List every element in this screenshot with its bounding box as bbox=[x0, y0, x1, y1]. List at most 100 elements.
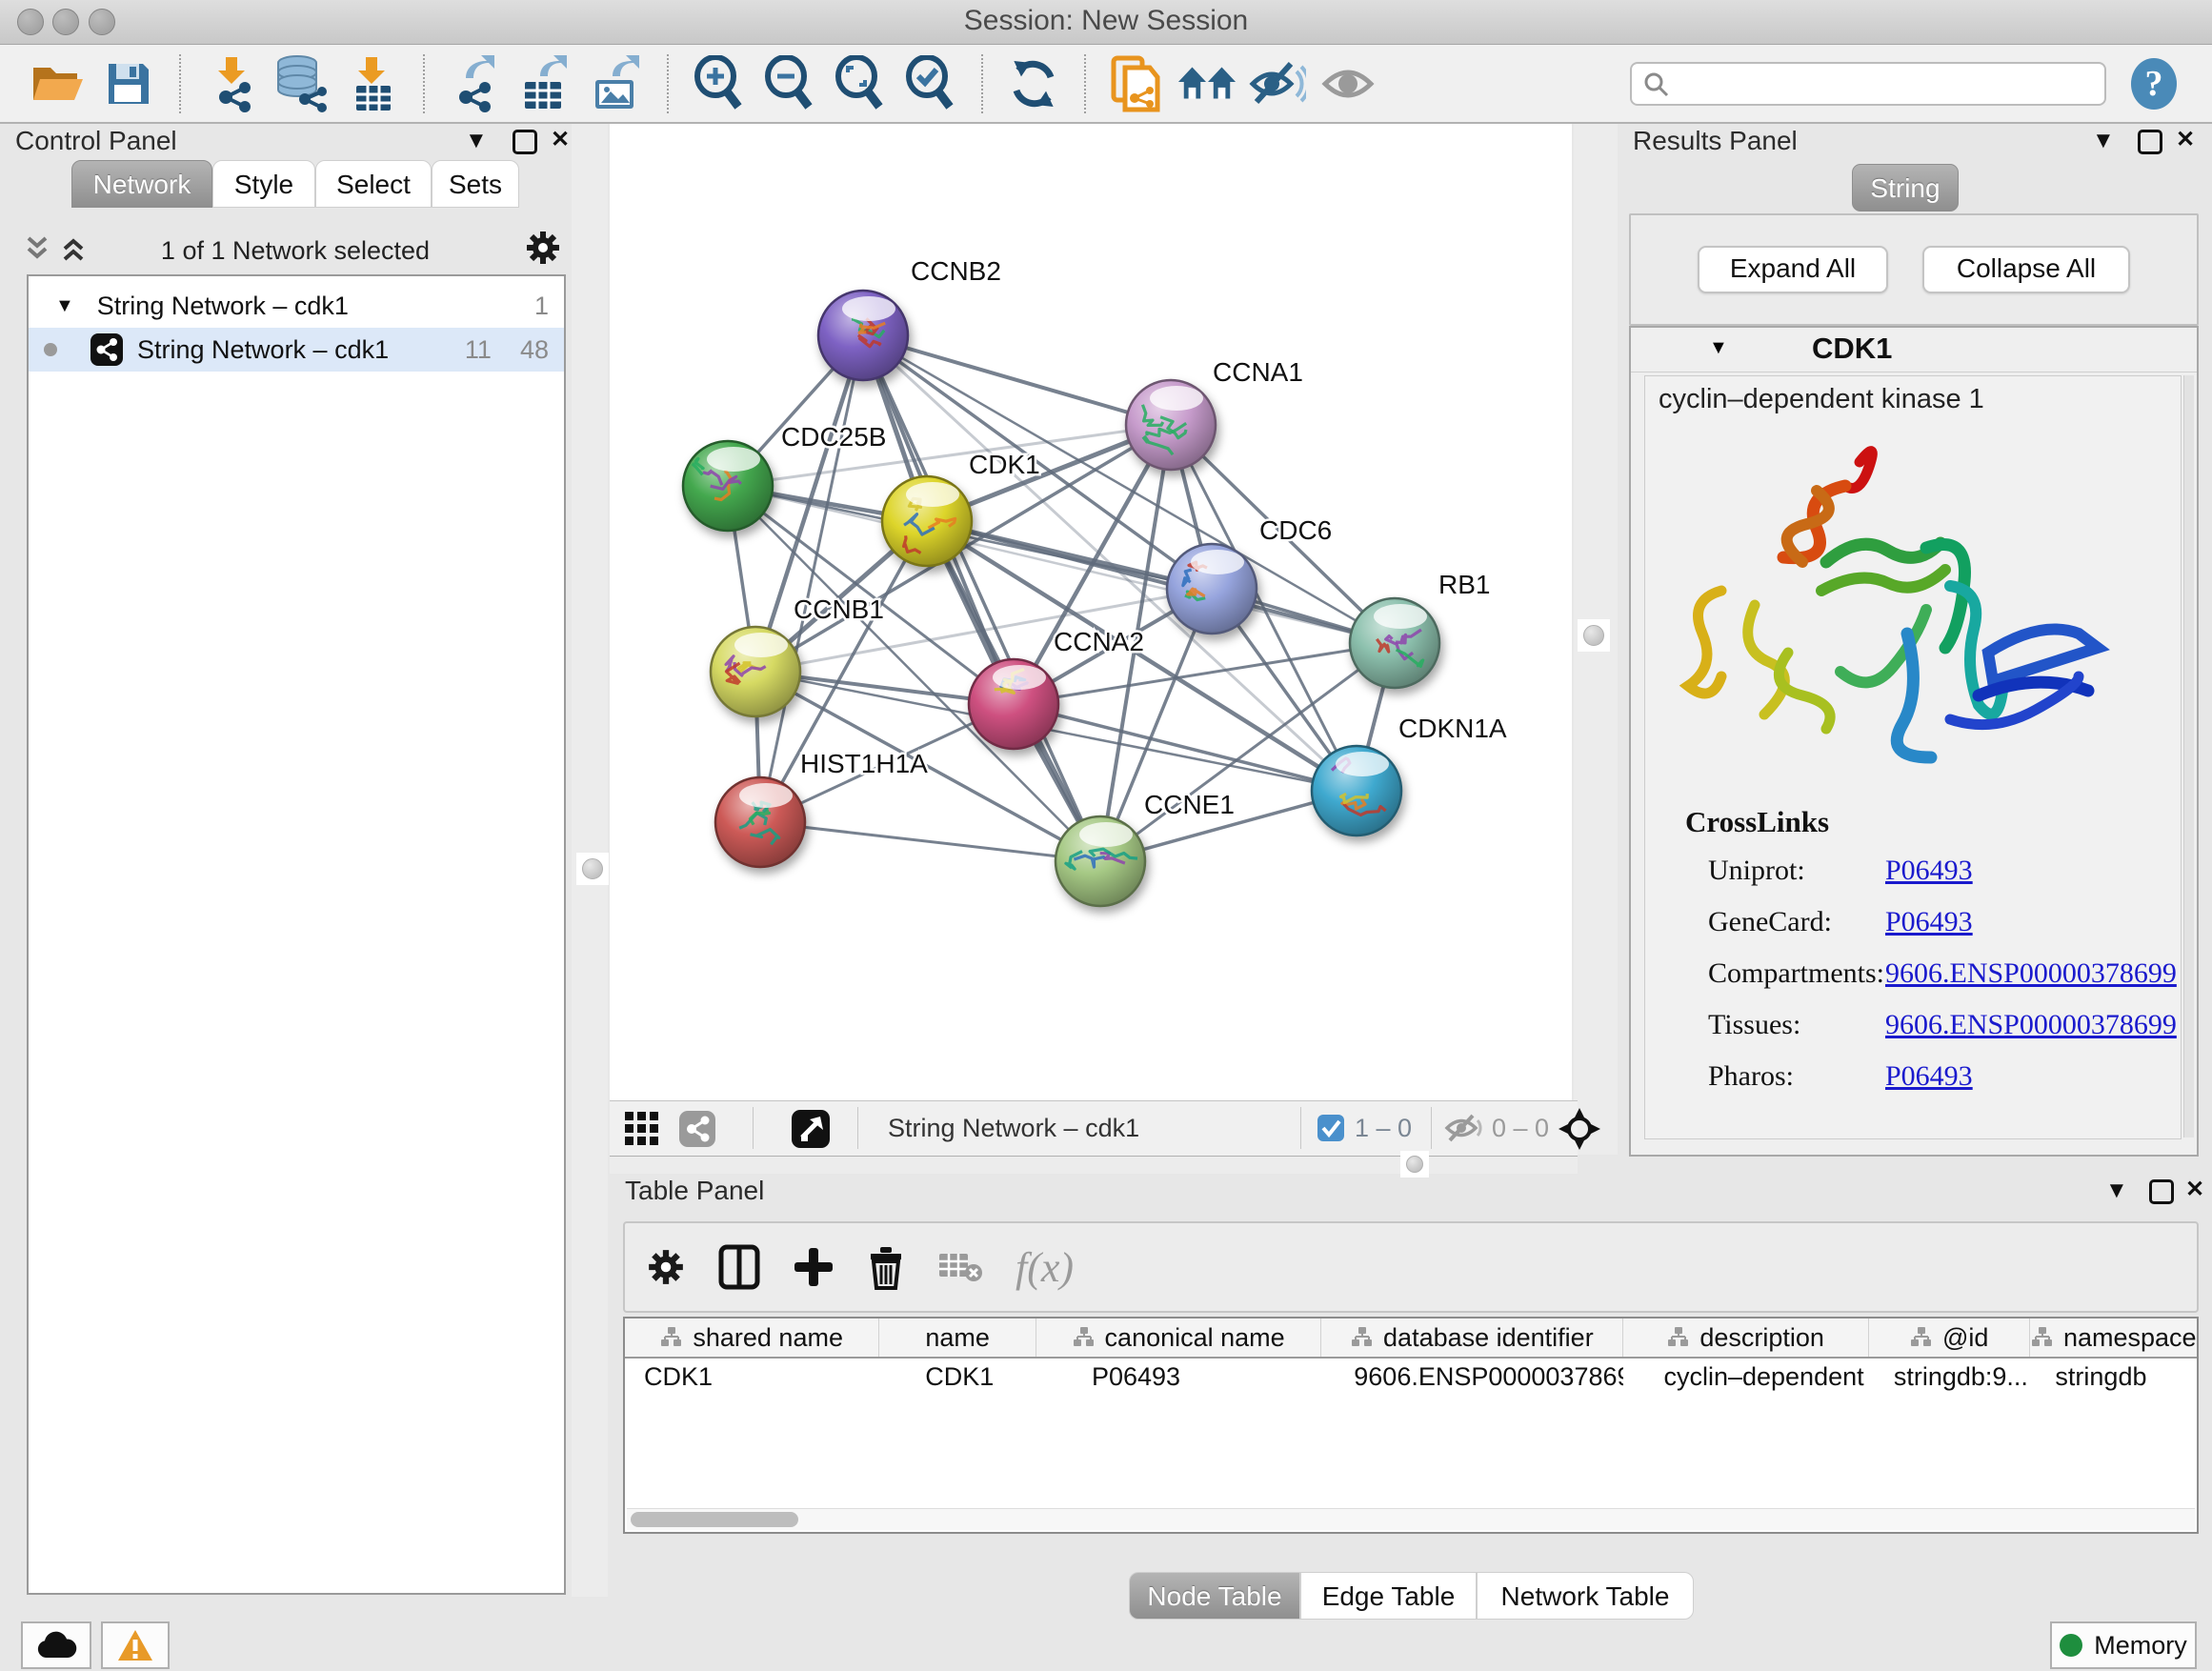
network-edge[interactable] bbox=[863, 335, 1100, 861]
network-node-CCNE1[interactable] bbox=[1056, 816, 1145, 906]
scrollbar-thumb[interactable] bbox=[631, 1512, 798, 1527]
column-header[interactable]: name bbox=[879, 1319, 1036, 1357]
network-view-canvas[interactable]: CCNB2CCNA1CDC25BCDK1CDC6RB1CCNB1CCNA2CDK… bbox=[610, 124, 1572, 1100]
string-network-graph[interactable]: CCNB2CCNA1CDC25BCDK1CDC6RB1CCNB1CCNA2CDK… bbox=[610, 124, 1572, 1100]
results-scrollbar[interactable] bbox=[2183, 375, 2194, 1137]
window-zoom-button[interactable] bbox=[89, 9, 115, 35]
network-row-selected[interactable]: String Network – cdk1 11 48 bbox=[29, 328, 564, 372]
network-options-gear-icon[interactable] bbox=[524, 229, 562, 267]
tab-edge-table[interactable]: Edge Table bbox=[1300, 1572, 1477, 1620]
zoom-selected-button[interactable] bbox=[900, 53, 961, 114]
protein-name: CDK1 bbox=[1812, 332, 1892, 366]
open-in-new-window-icon[interactable] bbox=[791, 1109, 831, 1149]
column-header[interactable]: namespace bbox=[2030, 1319, 2197, 1357]
crosslink-compartments-link[interactable]: 9606.ENSP00000378699 bbox=[1885, 957, 2177, 990]
control-panel-close-icon[interactable]: ✕ bbox=[551, 126, 570, 153]
tab-node-table[interactable]: Node Table bbox=[1129, 1572, 1300, 1620]
left-splitter-grip[interactable] bbox=[576, 853, 609, 885]
network-node-CCNA2[interactable] bbox=[969, 659, 1058, 749]
column-header[interactable]: canonical name bbox=[1036, 1319, 1321, 1357]
network-node-CDK1[interactable] bbox=[882, 476, 972, 566]
collapse-all-icon[interactable] bbox=[23, 234, 51, 263]
window-minimize-button[interactable] bbox=[52, 9, 79, 35]
network-node-CDC6[interactable] bbox=[1167, 544, 1257, 634]
memory-button[interactable]: Memory bbox=[2050, 1621, 2197, 1669]
control-panel-menu-arrow-icon[interactable]: ▼ bbox=[465, 128, 488, 154]
help-button[interactable]: ? bbox=[2123, 53, 2184, 114]
export-table-button[interactable] bbox=[515, 53, 576, 114]
clone-network-button[interactable] bbox=[1106, 53, 1167, 114]
tab-select[interactable]: Select bbox=[315, 160, 432, 208]
import-network-button[interactable] bbox=[201, 53, 262, 114]
automation-cloud-button[interactable] bbox=[21, 1621, 91, 1669]
fit-selected-crosshair-icon[interactable] bbox=[1558, 1108, 1600, 1150]
table-horizontal-scrollbar[interactable] bbox=[627, 1508, 2195, 1530]
import-network-from-database-button[interactable] bbox=[271, 53, 332, 114]
column-header[interactable]: @id bbox=[1869, 1319, 2031, 1357]
crosslink-genecard-link[interactable]: P06493 bbox=[1885, 906, 1973, 938]
search-input[interactable] bbox=[1630, 62, 2106, 106]
network-collection-row[interactable]: ▼ String Network – cdk1 1 bbox=[29, 284, 564, 328]
network-node-CDKN1A[interactable] bbox=[1312, 746, 1401, 836]
zoom-in-button[interactable] bbox=[689, 53, 750, 114]
network-node-CCNA1[interactable] bbox=[1126, 380, 1216, 470]
table-panel-close-icon[interactable]: ✕ bbox=[2185, 1176, 2204, 1203]
show-all-networks-button[interactable] bbox=[1176, 53, 1237, 114]
save-session-button[interactable] bbox=[98, 53, 159, 114]
zoom-out-button[interactable] bbox=[759, 53, 820, 114]
selected-checkbox-icon[interactable] bbox=[1317, 1114, 1345, 1142]
network-edge[interactable] bbox=[760, 822, 1100, 861]
add-column-plus-icon[interactable] bbox=[793, 1246, 835, 1288]
collection-expand-arrow-icon[interactable]: ▼ bbox=[55, 295, 74, 317]
control-panel-float-icon[interactable] bbox=[513, 130, 537, 154]
open-session-button[interactable] bbox=[28, 53, 89, 114]
crosslink-pharos-link[interactable]: P06493 bbox=[1885, 1060, 1973, 1093]
tab-sets[interactable]: Sets bbox=[432, 160, 519, 208]
column-header[interactable]: description bbox=[1623, 1319, 1868, 1357]
warnings-button[interactable] bbox=[101, 1621, 170, 1669]
results-panel-float-icon[interactable] bbox=[2138, 130, 2162, 154]
export-image-button[interactable] bbox=[586, 53, 647, 114]
results-tab-string[interactable]: String bbox=[1852, 164, 1959, 211]
tab-network[interactable]: Network bbox=[71, 160, 212, 208]
table-panel-float-icon[interactable] bbox=[2149, 1179, 2174, 1204]
zoom-in-icon bbox=[693, 55, 746, 112]
window-close-button[interactable] bbox=[17, 9, 44, 35]
table-panel-menu-arrow-icon[interactable]: ▼ bbox=[2105, 1178, 2128, 1204]
expand-all-icon[interactable] bbox=[59, 234, 88, 263]
expand-all-button[interactable]: Expand All bbox=[1698, 246, 1888, 293]
crosslink-uniprot-link[interactable]: P06493 bbox=[1885, 855, 1973, 887]
delete-table-icon[interactable] bbox=[937, 1250, 983, 1284]
column-header[interactable]: database identifier bbox=[1321, 1319, 1623, 1357]
protein-expand-arrow-icon[interactable]: ▼ bbox=[1709, 337, 1728, 359]
table-settings-gear-icon[interactable] bbox=[646, 1247, 686, 1287]
export-network-button[interactable] bbox=[445, 53, 506, 114]
show-details-button[interactable] bbox=[1317, 53, 1378, 114]
tab-network-table[interactable]: Network Table bbox=[1477, 1572, 1694, 1620]
results-panel-close-icon[interactable]: ✕ bbox=[2176, 126, 2195, 153]
import-table-button[interactable] bbox=[342, 53, 403, 114]
crosslink-tissues-link[interactable]: 9606.ENSP00000378699 bbox=[1885, 1009, 2177, 1041]
zoom-fit-button[interactable] bbox=[830, 53, 891, 114]
right-splitter-grip[interactable] bbox=[1578, 619, 1610, 652]
table-row[interactable]: CDK1 CDK1 P06493 9606.ENSP00000378699 cy… bbox=[625, 1359, 2197, 1397]
refresh-button[interactable] bbox=[1003, 53, 1064, 114]
network-badge-icon[interactable] bbox=[678, 1110, 716, 1148]
network-edge[interactable] bbox=[863, 335, 1171, 425]
delete-column-trash-icon[interactable] bbox=[867, 1244, 905, 1290]
tab-style[interactable]: Style bbox=[212, 160, 315, 208]
show-columns-icon[interactable] bbox=[718, 1244, 760, 1290]
crosslink-label: Compartments: bbox=[1708, 957, 1884, 990]
bottom-splitter[interactable] bbox=[610, 1157, 1578, 1174]
network-node-CCNB1[interactable] bbox=[711, 627, 800, 716]
hide-details-button[interactable] bbox=[1247, 53, 1308, 114]
network-node-CCNB2[interactable] bbox=[818, 291, 908, 380]
collapse-all-button[interactable]: Collapse All bbox=[1922, 246, 2130, 293]
birds-eye-grid-icon[interactable] bbox=[625, 1112, 659, 1146]
network-node-HIST1H1A[interactable] bbox=[715, 777, 805, 867]
network-node-CDC25B[interactable] bbox=[683, 441, 773, 531]
network-node-RB1[interactable] bbox=[1350, 598, 1439, 688]
results-panel-menu-arrow-icon[interactable]: ▼ bbox=[2092, 128, 2115, 154]
column-header[interactable]: shared name bbox=[625, 1319, 879, 1357]
hidden-eye-slash-icon[interactable] bbox=[1444, 1113, 1484, 1143]
